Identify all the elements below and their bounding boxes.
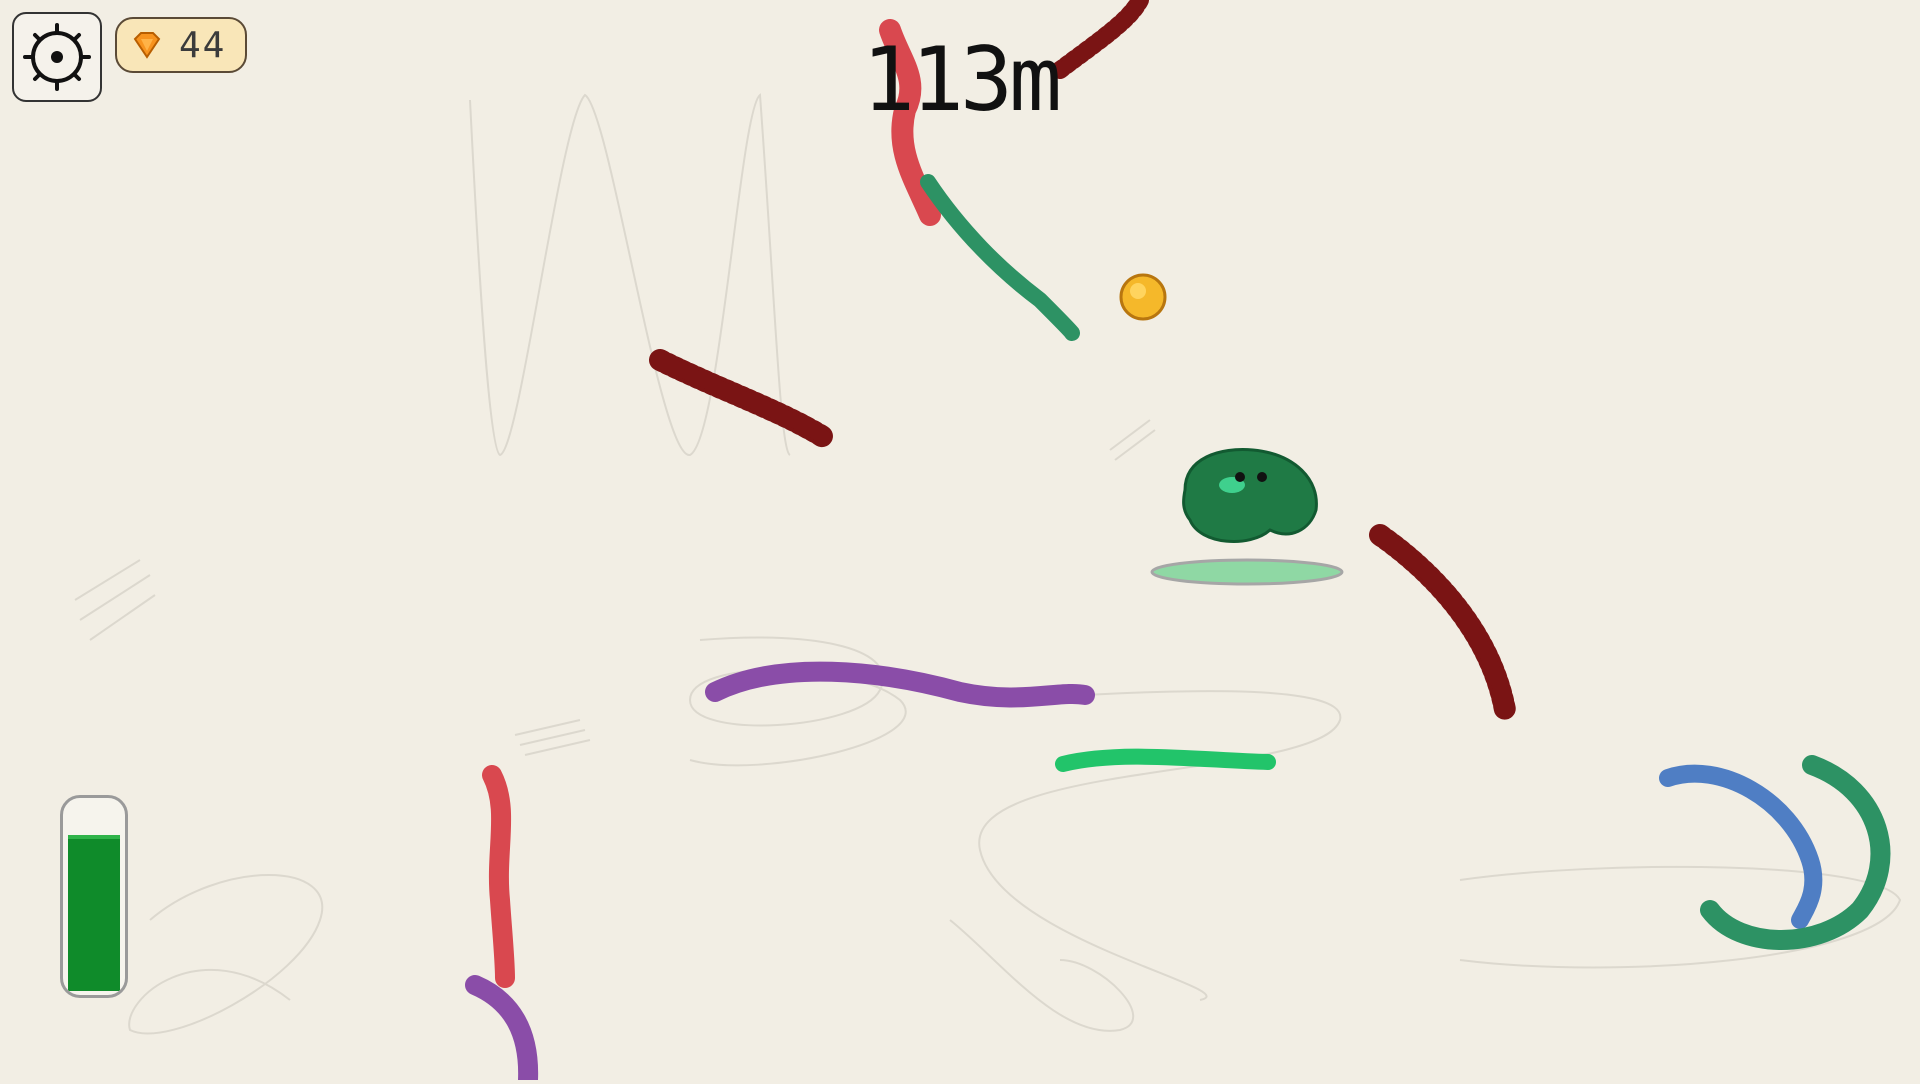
green-platform-mid [1055,748,1276,772]
green-line-top [920,174,1080,341]
purple-line-bottom [465,975,539,1084]
settings-button[interactable] [12,12,102,102]
coin [1119,273,1167,321]
background-scribbles [74,93,1902,1035]
gear-icon [14,23,100,104]
gem-counter: 44 [115,17,247,73]
red-line-bottom [482,765,515,988]
ink-meter [60,795,128,998]
orange-gem-icon [131,29,163,61]
game-scene[interactable] [0,0,1920,1084]
blue-curve-right [1659,764,1823,929]
spike-bar-right [1369,524,1516,721]
purple-line-mid [705,661,1095,708]
drawn-lines [465,19,1891,1084]
gem-count: 44 [179,24,227,66]
distance-counter: 113m [862,28,1062,131]
player-platform [1150,558,1344,586]
ink-meter-fill [68,834,120,991]
player-blob [1182,448,1318,543]
spike-hazards [649,0,1516,721]
